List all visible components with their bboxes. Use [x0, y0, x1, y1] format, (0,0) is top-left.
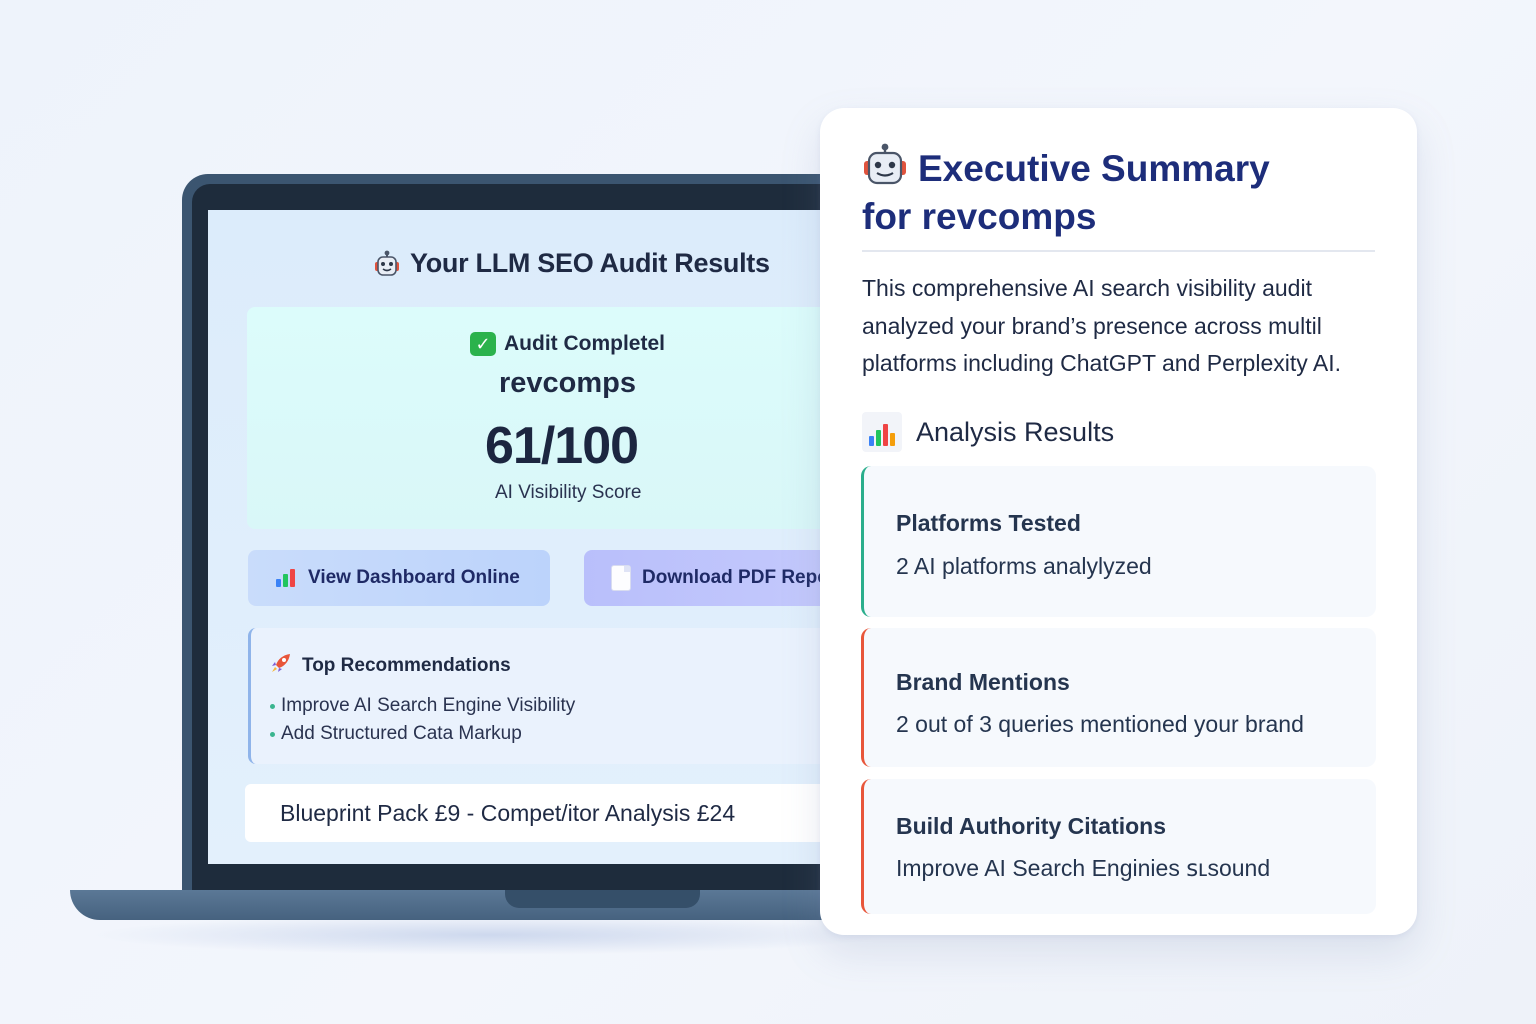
- brand-name: revcomps: [499, 367, 637, 399]
- metric-card-platforms: Platforms Tested 2 AI platforms analylyz…: [861, 466, 1376, 617]
- metric-title: Build Authority Citations: [896, 813, 1167, 839]
- recommendations-list: Improve AI Search Engine Visibility Add …: [270, 692, 575, 748]
- chart-icon: [862, 412, 902, 452]
- metric-value: 2 AI platforms analylyzed: [896, 553, 1152, 579]
- audit-results-title: Your LLM SEO Audit Results: [372, 248, 770, 279]
- laptop-base: [70, 890, 930, 920]
- pricing-strip: Blueprint Pack £9 - Compet/itor Analysis…: [245, 784, 865, 842]
- metric-card-brand-mentions: Brand Mentions 2 out of 3 queries mentio…: [861, 628, 1376, 767]
- laptop-shadow: [90, 915, 890, 955]
- executive-summary-description: This comprehensive AI search visibility …: [862, 275, 1341, 376]
- metric-value: 2 out of 3 queries mentioned your brand: [896, 711, 1304, 737]
- pricing-text: Blueprint Pack £9 - Compet/itor Analysis…: [280, 799, 736, 826]
- metric-title: Platforms Tested: [896, 510, 1081, 536]
- executive-summary-title-line1: Executive Summary: [918, 148, 1270, 189]
- analysis-results-heading-text: Analysis Results: [916, 416, 1115, 447]
- view-dashboard-label: View Dashboard Online: [308, 567, 520, 588]
- audit-status-text: Audit Completel: [504, 332, 665, 355]
- recommendations-title: Top Recommendations: [270, 652, 511, 680]
- visibility-score-label: AI Visibility Score: [495, 482, 642, 503]
- metric-card-authority-citations: Build Authority Citations Improve AI Sea…: [861, 779, 1376, 914]
- bar-chart-icon: [276, 569, 296, 587]
- robot-icon: [372, 250, 402, 278]
- divider: [862, 250, 1375, 252]
- visibility-score: 61/100: [485, 417, 639, 475]
- executive-summary-title-line2: for revcomps: [862, 196, 1097, 237]
- download-pdf-label: Download PDF Repo: [642, 567, 829, 588]
- check-icon: ✓: [470, 332, 496, 356]
- recommendations-title-text: Top Recommendations: [302, 655, 511, 676]
- laptop-notch: [505, 890, 700, 908]
- executive-summary-title: Executive Summary for revcomps: [862, 143, 1382, 241]
- robot-icon: [862, 143, 908, 187]
- audit-status: ✓ Audit Completel: [470, 332, 665, 356]
- view-dashboard-button[interactable]: View Dashboard Online: [248, 550, 550, 606]
- rocket-icon: [270, 652, 292, 680]
- metric-title: Brand Mentions: [896, 669, 1070, 695]
- analysis-results-heading: Analysis Results: [862, 412, 1114, 452]
- metric-value: Improve AI Search Enginies ꜱʟsound: [896, 855, 1271, 881]
- list-item: Improve AI Search Engine Visibility: [270, 692, 575, 720]
- audit-results-title-text: Your LLM SEO Audit Results: [410, 248, 770, 278]
- document-icon: [612, 566, 630, 590]
- list-item: Add Structured Cata Markup: [270, 720, 575, 748]
